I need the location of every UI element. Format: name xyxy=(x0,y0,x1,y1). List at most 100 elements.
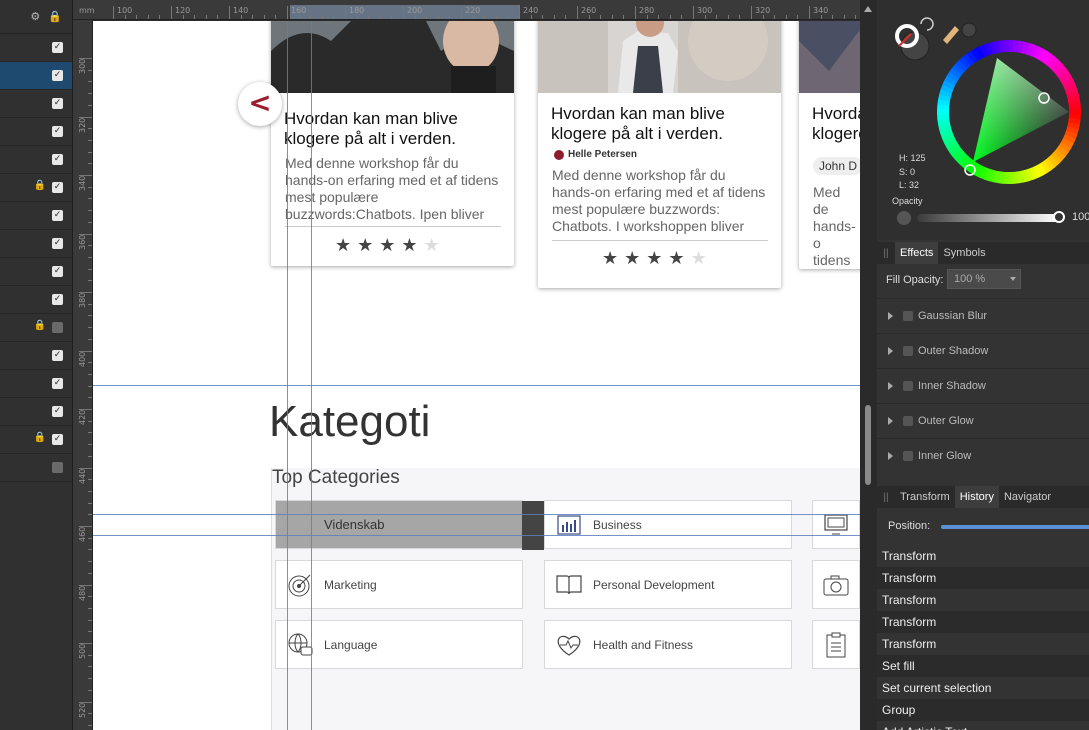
layer-row[interactable]: ✓ xyxy=(0,342,72,370)
document-canvas[interactable]: Hvordan kan man blive klogere på alt i v… xyxy=(93,21,860,730)
course-card[interactable]: Hvordan kan man blive klogere John D Med… xyxy=(799,21,860,269)
history-item[interactable]: Set fill xyxy=(877,655,1089,677)
category-tile[interactable]: Marketing xyxy=(275,560,523,609)
ruler-horizontal[interactable]: mm 100 120 140 160 180 200 220 240 260 280 300 320 3… xyxy=(73,0,860,20)
expand-arrow-icon[interactable] xyxy=(888,382,893,390)
layer-row[interactable]: ✓ xyxy=(0,286,72,314)
layer-row[interactable]: 🔒✓ xyxy=(0,174,72,202)
visibility-checkbox[interactable]: ✓ xyxy=(52,70,63,81)
visibility-checkbox[interactable]: ✓ xyxy=(52,350,63,361)
visibility-checkbox[interactable]: ✓ xyxy=(52,462,63,473)
panel-grip-icon[interactable]: || xyxy=(877,486,895,508)
history-item[interactable]: Add Artistic Text xyxy=(877,721,1089,730)
lock-icon[interactable]: 🔒 xyxy=(34,432,46,443)
ruler-vertical[interactable]: 300 320 340 360 380 400 420 440 460 480 500 520 xyxy=(73,20,93,730)
vertical-guide[interactable] xyxy=(311,21,312,730)
category-tile[interactable] xyxy=(812,500,860,549)
expand-arrow-icon[interactable] xyxy=(888,452,893,460)
history-item[interactable]: Transform xyxy=(877,633,1089,655)
scrollbar-thumb[interactable] xyxy=(865,405,871,485)
history-item[interactable]: Group xyxy=(877,699,1089,721)
layer-row[interactable]: ✓ xyxy=(0,370,72,398)
effect-checkbox[interactable] xyxy=(903,451,913,461)
effect-row[interactable]: Outer Shadow xyxy=(877,333,1089,368)
lock-icon[interactable]: 🔒 xyxy=(34,180,46,191)
layer-row[interactable]: ✓ xyxy=(0,258,72,286)
history-item[interactable]: Set current selection xyxy=(877,677,1089,699)
course-card[interactable]: Hvordan kan man blive klogere på alt i v… xyxy=(271,21,514,266)
visibility-checkbox[interactable]: ✓ xyxy=(52,98,63,109)
color-picker-icon[interactable] xyxy=(943,26,959,44)
visibility-checkbox[interactable]: ✓ xyxy=(52,42,63,53)
tab-effects[interactable]: Effects xyxy=(895,242,939,264)
layer-row[interactable]: ✓ xyxy=(0,118,72,146)
hue-ring-segment[interactable] xyxy=(1008,171,1015,184)
visibility-checkbox[interactable]: ✓ xyxy=(52,126,63,137)
effect-checkbox[interactable] xyxy=(903,381,913,391)
history-item[interactable]: Transform xyxy=(877,589,1089,611)
layer-row[interactable]: ✓ xyxy=(0,90,72,118)
history-item[interactable]: Transform xyxy=(877,545,1089,567)
visibility-checkbox[interactable]: ✓ xyxy=(52,434,63,445)
layer-row[interactable]: ✓ xyxy=(0,398,72,426)
category-tile[interactable]: Business xyxy=(544,500,792,549)
scroll-up-icon[interactable] xyxy=(864,6,872,12)
category-tile[interactable]: Personal Development xyxy=(544,560,792,609)
category-tile[interactable] xyxy=(812,620,860,669)
visibility-checkbox[interactable]: ✓ xyxy=(52,378,63,389)
tab-transform[interactable]: Transform xyxy=(895,486,955,508)
category-tile[interactable]: Language xyxy=(275,620,523,669)
visibility-checkbox[interactable]: ✓ xyxy=(52,210,63,221)
effect-row[interactable]: Gaussian Blur xyxy=(877,298,1089,333)
tab-symbols[interactable]: Symbols xyxy=(938,242,990,264)
visibility-checkbox[interactable]: ✓ xyxy=(52,406,63,417)
visibility-checkbox[interactable]: ✓ xyxy=(52,266,63,277)
horizontal-guide[interactable] xyxy=(93,385,860,386)
layer-row[interactable]: ✓ xyxy=(0,34,72,62)
expand-arrow-icon[interactable] xyxy=(888,312,893,320)
course-card[interactable]: Hvordan kan man blive klogere på alt i v… xyxy=(538,21,781,288)
category-tile[interactable]: Videnskab xyxy=(275,500,544,550)
layer-row[interactable]: ✓ xyxy=(0,230,72,258)
layer-row[interactable]: ✓ xyxy=(0,202,72,230)
horizontal-guide[interactable] xyxy=(93,535,860,536)
visibility-checkbox[interactable]: ✓ xyxy=(52,238,63,249)
effect-row[interactable]: Inner Glow xyxy=(877,438,1089,473)
vertical-guide[interactable] xyxy=(287,21,288,730)
effect-row[interactable]: Outer Glow xyxy=(877,403,1089,438)
visibility-checkbox[interactable]: ✓ xyxy=(52,322,63,333)
gear-icon[interactable]: ⚙ xyxy=(30,10,40,23)
effect-checkbox[interactable] xyxy=(903,311,913,321)
lock-icon[interactable]: 🔒 xyxy=(34,320,46,331)
visibility-checkbox[interactable]: ✓ xyxy=(52,154,63,165)
swap-colors-icon[interactable] xyxy=(920,17,934,31)
layer-row[interactable]: ✓ xyxy=(0,146,72,174)
expand-arrow-icon[interactable] xyxy=(888,347,893,355)
canvas-scrollbar[interactable] xyxy=(860,0,877,730)
category-tile[interactable]: Health and Fitness xyxy=(544,620,792,669)
horizontal-guide[interactable] xyxy=(93,514,860,515)
effect-row[interactable]: Inner Shadow xyxy=(877,368,1089,403)
opacity-slider-handle[interactable] xyxy=(1053,211,1065,223)
opacity-slider[interactable] xyxy=(917,214,1059,222)
history-item[interactable]: Transform xyxy=(877,567,1089,589)
hue-ring-segment[interactable] xyxy=(1003,40,1010,53)
panel-grip-icon[interactable]: || xyxy=(877,242,895,264)
category-tile[interactable] xyxy=(812,560,860,609)
visibility-checkbox[interactable]: ✓ xyxy=(52,294,63,305)
effect-checkbox[interactable] xyxy=(903,416,913,426)
tab-navigator[interactable]: Navigator xyxy=(999,486,1056,508)
history-position-slider[interactable] xyxy=(941,525,1089,529)
expand-arrow-icon[interactable] xyxy=(888,417,893,425)
layer-row[interactable]: ✓ xyxy=(0,62,72,90)
layer-row[interactable]: 🔒✓ xyxy=(0,426,72,454)
effect-checkbox[interactable] xyxy=(903,346,913,356)
layer-row[interactable]: ✓ xyxy=(0,454,72,482)
lock-icon[interactable]: 🔒 xyxy=(48,10,62,23)
opacity-swatch[interactable] xyxy=(897,211,911,225)
visibility-checkbox[interactable]: ✓ xyxy=(52,182,63,193)
fill-opacity-select[interactable]: 100 % xyxy=(947,269,1021,289)
carousel-back-button[interactable]: < xyxy=(238,82,282,126)
history-item[interactable]: Transform xyxy=(877,611,1089,633)
layer-row[interactable]: 🔒✓ xyxy=(0,314,72,342)
